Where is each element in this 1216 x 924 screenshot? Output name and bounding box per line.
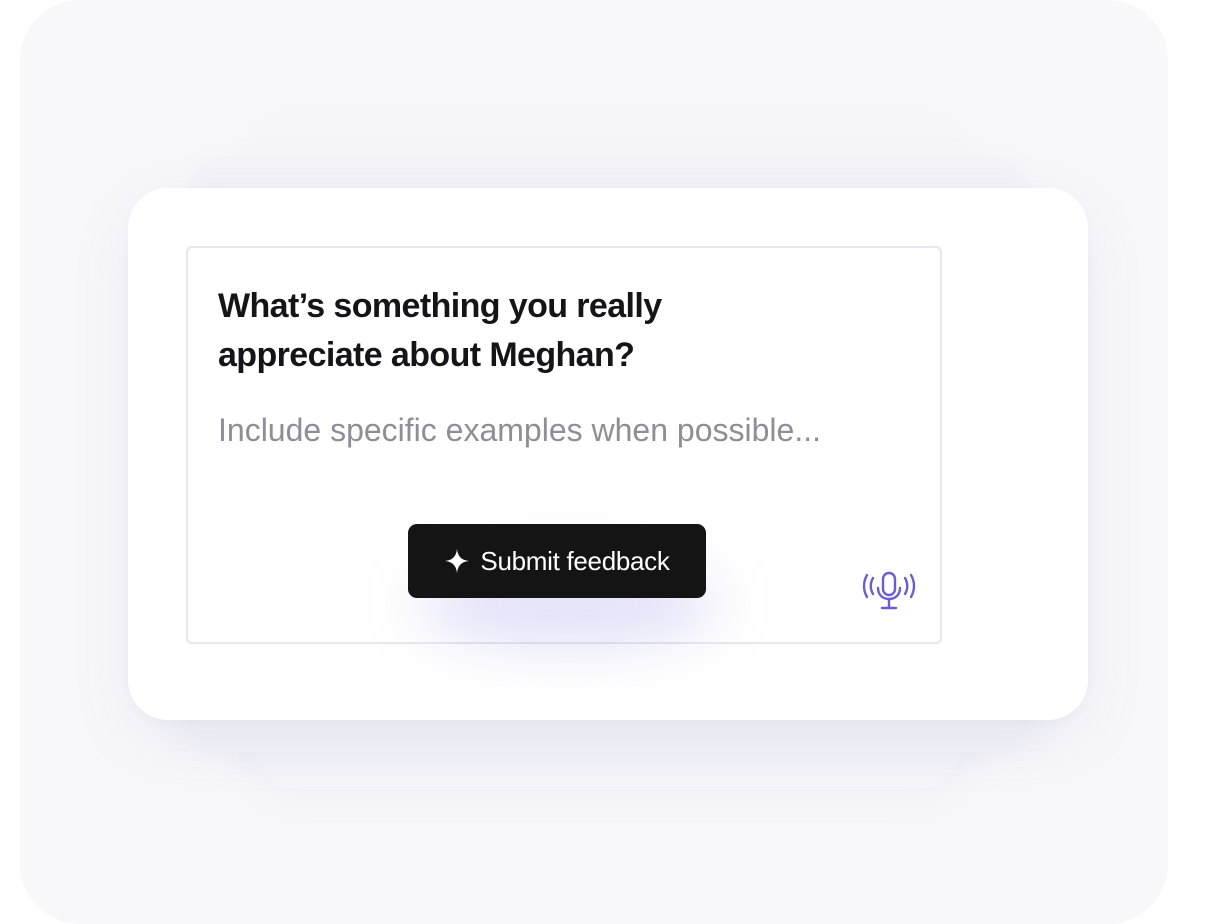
feedback-card: What’s something you really appreciate a… [128,188,1088,720]
voice-input-button[interactable] [862,570,916,618]
sparkle-icon [444,548,470,574]
microphone-broadcast-icon [862,570,916,619]
question-title: What’s something you really appreciate a… [218,287,662,374]
question-box: What’s something you really appreciate a… [186,246,942,648]
answer-input[interactable] [218,408,908,452]
submit-button-label: Submit feedback [480,545,670,576]
submit-feedback-button[interactable]: Submit feedback [408,524,706,598]
